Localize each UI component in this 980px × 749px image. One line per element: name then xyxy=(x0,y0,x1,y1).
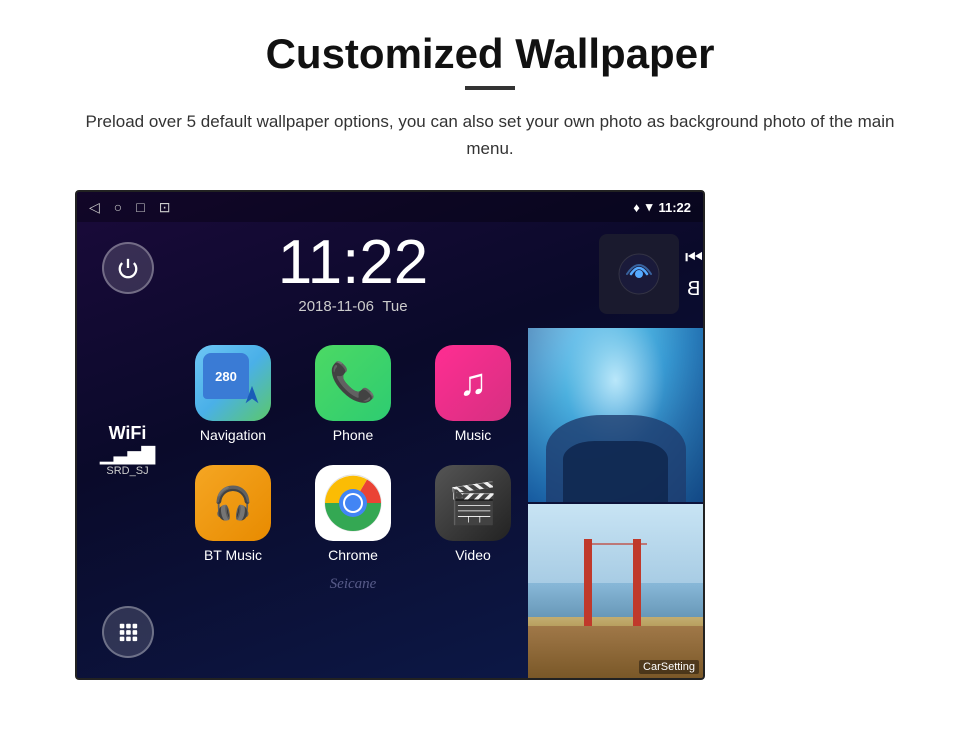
center-area: 11:22 2018-11-06 Tue 280 xyxy=(178,222,528,678)
app-item-bt-music[interactable]: 🎧 BT Music xyxy=(178,453,288,563)
left-sidebar: WiFi ▁▃▅▇ SRD_SJ xyxy=(77,222,178,678)
screen-content: WiFi ▁▃▅▇ SRD_SJ xyxy=(77,222,703,678)
wifi-bars-icon: ▁▃▅▇ xyxy=(100,444,155,465)
page-description: Preload over 5 default wallpaper options… xyxy=(80,108,900,162)
wifi-status-icon: ▾ xyxy=(646,199,653,215)
bt-music-label: BT Music xyxy=(204,547,262,563)
app-item-music[interactable]: ♫ Music xyxy=(418,333,528,443)
page-title: Customized Wallpaper xyxy=(266,30,715,78)
android-screen: ◁ ○ □ ⊡ ♦ ▾ 11:22 xyxy=(75,190,705,680)
wifi-block: WiFi ▁▃▅▇ SRD_SJ xyxy=(100,423,155,477)
phone-icon: 📞 xyxy=(315,345,391,421)
wifi-ssid: SRD_SJ xyxy=(100,465,155,477)
location-icon: ♦ xyxy=(633,200,640,215)
clock-date: 2018-11-06 Tue xyxy=(278,298,429,315)
status-bar-right: ♦ ▾ 11:22 xyxy=(633,199,691,215)
video-icon: 🎬 xyxy=(435,465,511,541)
power-button[interactable] xyxy=(102,242,154,294)
bt-music-icon: 🎧 xyxy=(195,465,271,541)
thumbnail-ice[interactable] xyxy=(528,328,703,502)
status-bar: ◁ ○ □ ⊡ ♦ ▾ 11:22 xyxy=(77,192,703,222)
recents-icon[interactable]: □ xyxy=(136,199,144,215)
navigation-label: Navigation xyxy=(200,427,266,443)
back-icon[interactable]: ◁ xyxy=(89,199,100,216)
chrome-label: Chrome xyxy=(328,547,378,563)
watermark: Seicane xyxy=(330,576,377,593)
thumbnail-bridge[interactable]: CarSetting xyxy=(528,504,703,678)
clock-section: 11:22 2018-11-06 Tue xyxy=(278,232,429,315)
prev-track-icon[interactable]: ⏮ xyxy=(685,247,703,270)
title-divider xyxy=(465,86,515,90)
status-bar-left: ◁ ○ □ ⊡ xyxy=(89,199,170,216)
screenshot-icon[interactable]: ⊡ xyxy=(159,199,171,216)
media-widget: ⏮ B xyxy=(528,222,703,326)
apps-grid-button[interactable] xyxy=(102,606,154,658)
apps-grid: 280 Navigation 📞 Phone xyxy=(178,333,528,563)
status-time: 11:22 xyxy=(658,200,691,215)
media-controls: ⏮ B xyxy=(685,247,703,301)
home-icon[interactable]: ○ xyxy=(114,199,122,215)
chrome-icon xyxy=(315,465,391,541)
app-item-chrome[interactable]: Chrome xyxy=(298,453,408,563)
navigation-icon: 280 xyxy=(195,345,271,421)
app-item-phone[interactable]: 📞 Phone xyxy=(298,333,408,443)
clock-time: 11:22 xyxy=(278,232,429,294)
next-track-icon[interactable]: B xyxy=(687,278,700,301)
media-widget-icon xyxy=(599,234,679,314)
music-label: Music xyxy=(455,427,492,443)
android-screen-wrapper: ◁ ○ □ ⊡ ♦ ▾ 11:22 xyxy=(75,190,905,680)
phone-label: Phone xyxy=(333,427,373,443)
right-thumbnails: ⏮ B xyxy=(528,222,703,678)
wifi-label: WiFi xyxy=(100,423,155,444)
app-item-navigation[interactable]: 280 Navigation xyxy=(178,333,288,443)
nav-arrow-icon xyxy=(241,382,263,413)
app-item-video[interactable]: 🎬 Video xyxy=(418,453,528,563)
video-label: Video xyxy=(455,547,491,563)
car-setting-label: CarSetting xyxy=(639,660,699,674)
music-icon: ♫ xyxy=(435,345,511,421)
